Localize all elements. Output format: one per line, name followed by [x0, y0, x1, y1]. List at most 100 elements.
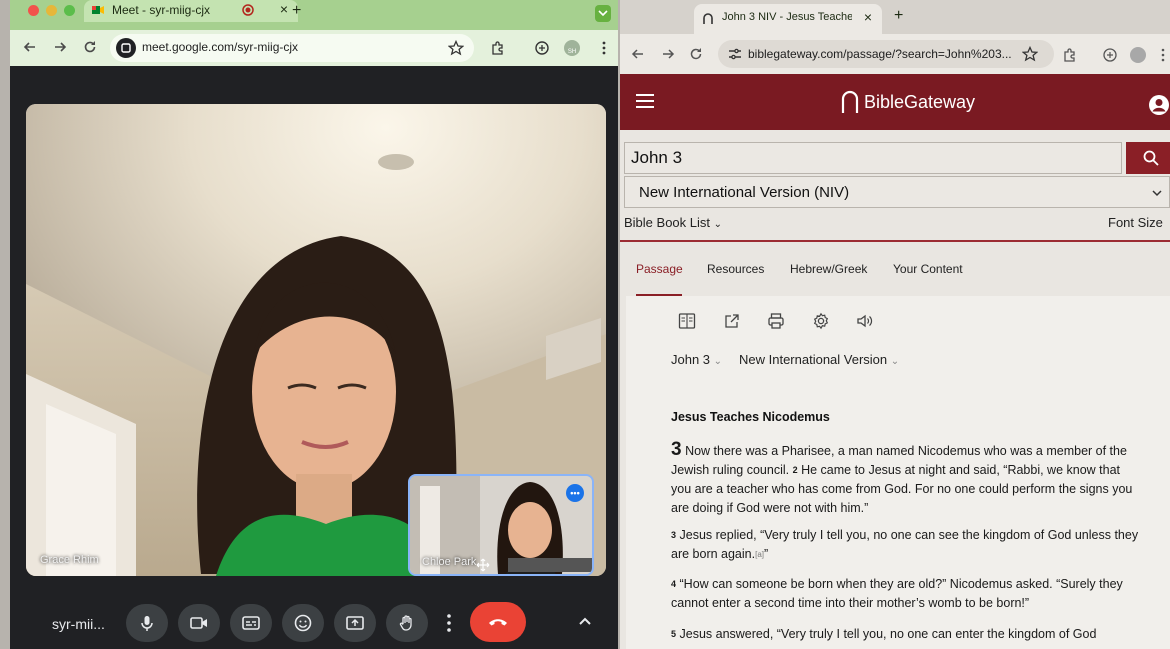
- address-bar[interactable]: meet.google.com/syr-miig-cjx: [110, 34, 474, 62]
- bookmark-star-icon[interactable]: [1022, 46, 1038, 62]
- print-icon[interactable]: [767, 312, 785, 330]
- verse-paragraph-2: 3 Jesus replied, “Very truly I tell you,…: [671, 526, 1141, 564]
- logo-text: BibleGateway: [864, 92, 976, 112]
- tab-search-button[interactable]: [595, 5, 611, 22]
- share-icon[interactable]: [723, 312, 741, 330]
- captions-button[interactable]: [230, 604, 272, 642]
- profile-initials: SH: [567, 49, 577, 55]
- back-arrow-icon[interactable]: [630, 46, 646, 62]
- new-tab-button[interactable]: +: [894, 7, 903, 25]
- verse-3-text: Jesus replied, “Very truly I tell you, n…: [671, 528, 1139, 561]
- extensions-icon[interactable]: [1062, 47, 1078, 63]
- tab-biblegateway[interactable]: John 3 NIV - Jesus Teaches N ×: [694, 4, 882, 34]
- chevron-up-icon[interactable]: [576, 612, 594, 630]
- profile-avatar[interactable]: [1130, 47, 1146, 63]
- tab-resources[interactable]: Resources: [707, 262, 764, 276]
- version-selector-label: New International Version: [739, 352, 888, 367]
- self-view-tile[interactable]: ••• Chloe Park: [408, 474, 594, 576]
- search-button[interactable]: [1126, 142, 1170, 174]
- gateway-arch-icon: [841, 90, 859, 113]
- chevron-down-icon: [1151, 187, 1163, 199]
- options-row: Bible Book List ⌄ Font Size: [620, 212, 1170, 242]
- version-dropdown[interactable]: New International Version (NIV): [624, 176, 1170, 208]
- browser-toolbar: meet.google.com/syr-miig-cjx SH: [10, 30, 618, 66]
- microphone-button[interactable]: [126, 604, 168, 642]
- book-chapter-label: John 3: [671, 352, 711, 367]
- extension-shield-icon[interactable]: [1102, 47, 1118, 63]
- site-settings-icon[interactable]: [728, 47, 742, 61]
- version-selected: New International Version (NIV): [639, 184, 850, 201]
- pip-options-button[interactable]: •••: [566, 484, 584, 502]
- tab-close-button[interactable]: ×: [280, 1, 288, 17]
- bible-book-list-toggle[interactable]: Bible Book List ⌄: [624, 215, 722, 230]
- reload-icon[interactable]: [688, 46, 704, 62]
- tab-close-button[interactable]: ×: [864, 9, 872, 25]
- meet-stage: Grace Rhim ••• Chloe Park syr-mii...: [10, 66, 618, 649]
- move-handle-icon[interactable]: [476, 558, 490, 572]
- url-text: meet.google.com/syr-miig-cjx: [142, 40, 299, 54]
- biblegateway-favicon-icon: [702, 12, 714, 24]
- search-icon: [1143, 150, 1159, 166]
- tab-passage[interactable]: Passage: [636, 262, 683, 276]
- parallel-view-icon[interactable]: [678, 312, 696, 330]
- account-icon[interactable]: [1148, 94, 1170, 116]
- close-window-button[interactable]: [28, 5, 39, 16]
- end-call-button[interactable]: [470, 602, 526, 642]
- extensions-icon[interactable]: [490, 40, 506, 56]
- end-call-icon: [487, 613, 509, 631]
- raise-hand-button[interactable]: [386, 604, 428, 642]
- browser-menu-icon[interactable]: [1158, 47, 1168, 63]
- passage-search-input[interactable]: [624, 142, 1122, 174]
- tab-your-content[interactable]: Your Content: [893, 262, 963, 276]
- content-tabs: Passage Resources Hebrew/Greek Your Cont…: [620, 250, 1170, 296]
- more-options-icon[interactable]: [442, 610, 456, 636]
- tab-meet[interactable]: Meet - syr-miig-cjx ×: [84, 0, 298, 22]
- reload-icon[interactable]: [82, 39, 98, 55]
- chapter-number: 3: [671, 439, 682, 460]
- verse-4-number: 4: [671, 579, 677, 589]
- font-size-toggle[interactable]: Font Size: [1108, 215, 1163, 230]
- site-info-icon[interactable]: [116, 38, 136, 58]
- camera-button[interactable]: [178, 604, 220, 642]
- verse-4-text: “How can someone be born when they are o…: [671, 577, 1123, 610]
- bookmark-star-icon[interactable]: [448, 40, 464, 56]
- tab-hebrew-greek[interactable]: Hebrew/Greek: [790, 262, 867, 276]
- forward-arrow-icon[interactable]: [52, 39, 68, 55]
- meet-control-bar: syr-mii...: [10, 596, 618, 649]
- verse-5-text: Jesus answered, “Very truly I tell you, …: [679, 627, 1097, 641]
- maximize-window-button[interactable]: [64, 5, 75, 16]
- passage-search: [624, 142, 1170, 174]
- meet-browser-window: Meet - syr-miig-cjx × + meet.google.com/…: [10, 0, 618, 649]
- new-tab-button[interactable]: +: [292, 2, 301, 20]
- verse-5-number: 5: [671, 629, 677, 639]
- emoji-icon: [294, 614, 312, 632]
- site-header: BibleGateway: [620, 74, 1170, 130]
- back-arrow-icon[interactable]: [22, 39, 38, 55]
- verse-paragraph-3: 4 “How can someone be born when they are…: [671, 575, 1141, 613]
- reactions-button[interactable]: [282, 604, 324, 642]
- browser-menu-icon[interactable]: [596, 40, 612, 56]
- address-bar[interactable]: biblegateway.com/passage/?search=John%20…: [718, 40, 1054, 68]
- url-text: biblegateway.com/passage/?search=John%20…: [748, 47, 1012, 61]
- profile-avatar[interactable]: SH: [564, 40, 580, 56]
- microphone-icon: [138, 614, 156, 632]
- font-size-label: Font Size: [1108, 215, 1163, 230]
- recording-icon: [242, 4, 254, 16]
- verse-paragraph-1: 3 Now there was a Pharisee, a man named …: [671, 440, 1141, 518]
- biblegateway-logo[interactable]: BibleGateway: [838, 88, 975, 116]
- hamburger-menu-icon[interactable]: [634, 92, 656, 110]
- footnote-link[interactable]: [a]: [755, 550, 764, 559]
- verse-3-end: ”: [764, 547, 769, 561]
- present-button[interactable]: [334, 604, 376, 642]
- extension-shield-icon[interactable]: [534, 40, 550, 56]
- settings-gear-icon[interactable]: [812, 312, 830, 330]
- present-icon: [346, 614, 364, 632]
- version-selector[interactable]: New International Version ⌄: [739, 352, 899, 367]
- forward-arrow-icon[interactable]: [660, 46, 676, 62]
- tab-strip: John 3 NIV - Jesus Teaches N × +: [620, 0, 1170, 34]
- verse-2-number: 2: [792, 465, 798, 475]
- book-chapter-selector[interactable]: John 3 ⌄: [671, 352, 722, 367]
- verse-paragraph-4: 5 Jesus answered, “Very truly I tell you…: [671, 625, 1141, 644]
- minimize-window-button[interactable]: [46, 5, 57, 16]
- audio-icon[interactable]: [856, 312, 874, 330]
